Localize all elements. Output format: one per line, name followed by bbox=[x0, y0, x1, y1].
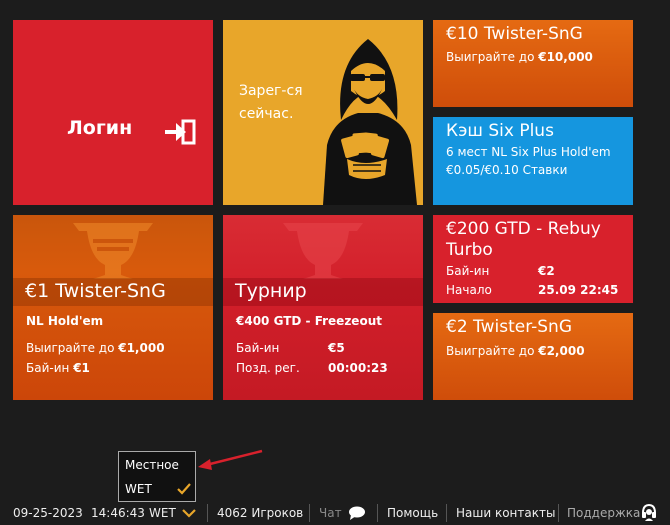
footer-divider bbox=[558, 504, 559, 522]
gtd200-start-value: 25.09 22:45 bbox=[538, 283, 619, 297]
chat-bubble-icon[interactable] bbox=[348, 506, 366, 520]
tournament-tile[interactable]: Турнир €400 GTD - Freezeout Бай-ин €5 По… bbox=[223, 215, 423, 400]
footer-date: 09-25-2023 bbox=[13, 506, 83, 520]
twister10-prize-label: Выиграйте до bbox=[446, 50, 535, 64]
twister1-buyin-value: €1 bbox=[73, 361, 90, 375]
trophy-icon bbox=[283, 223, 363, 279]
trophy-icon bbox=[73, 223, 153, 279]
gtd200-start-label: Начало bbox=[446, 283, 492, 297]
gtd200-buyin-value: €2 bbox=[538, 264, 555, 278]
gtd200-title: €200 GTD - Rebuy Turbo bbox=[446, 219, 601, 260]
gtd200-buyin-label: Бай-ин bbox=[446, 264, 490, 278]
twister1-prize-value: €1,000 bbox=[118, 341, 165, 355]
twister2-title: €2 Twister-SnG bbox=[446, 317, 572, 337]
tournament-title: Турнир bbox=[235, 280, 307, 302]
cash-line2: €0.05/€0.10 Ставки bbox=[446, 163, 568, 177]
timezone-popup: Местное WET bbox=[118, 451, 196, 502]
login-tile[interactable]: Логин bbox=[13, 20, 213, 205]
twister10-tile[interactable]: €10 Twister-SnG Выиграйте до €10,000 bbox=[433, 20, 633, 107]
footer-players: 4062 Игроков bbox=[217, 506, 304, 520]
footer-chat[interactable]: Чат bbox=[319, 506, 342, 520]
tournament-subtitle: €400 GTD - Freezeout bbox=[236, 314, 382, 328]
tournament-buyin-label: Бай-ин bbox=[236, 341, 280, 355]
cash-title: Кэш Six Plus bbox=[446, 121, 554, 141]
twister1-buyin: Бай-ин €1 bbox=[26, 361, 90, 375]
register-tile[interactable]: Зарег-ся сейчас. bbox=[223, 20, 423, 205]
checkmark-icon bbox=[177, 483, 191, 495]
twister1-buyin-label: Бай-ин bbox=[26, 361, 70, 375]
twister2-prize-label: Выиграйте до bbox=[446, 344, 535, 358]
footer-time: 14:46:43 bbox=[91, 506, 145, 520]
twister2-prize: Выиграйте до €2,000 bbox=[446, 344, 585, 358]
footer-bar: 09-25-2023 14:46:43 WET 4062 Игроков Чат… bbox=[0, 500, 670, 525]
footer-divider bbox=[377, 504, 378, 522]
headset-icon[interactable] bbox=[641, 503, 657, 522]
twister2-tile[interactable]: €2 Twister-SnG Выиграйте до €2,000 bbox=[433, 313, 633, 400]
cash-six-plus-tile[interactable]: Кэш Six Plus 6 мест NL Six Plus Hold'em … bbox=[433, 117, 633, 205]
twister1-tile[interactable]: €1 Twister-SnG NL Hold'em Выиграйте до €… bbox=[13, 215, 213, 400]
gtd200-tile[interactable]: €200 GTD - Rebuy Turbo Бай-ин €2 Начало … bbox=[433, 215, 633, 303]
tournament-buyin-value: €5 bbox=[328, 341, 345, 355]
footer-divider bbox=[207, 504, 208, 522]
twister10-prize: Выиграйте до €10,000 bbox=[446, 50, 593, 64]
footer-help[interactable]: Помощь bbox=[387, 506, 438, 520]
twister1-title: €1 Twister-SnG bbox=[25, 280, 166, 302]
footer-divider bbox=[446, 504, 447, 522]
tournament-late-value: 00:00:23 bbox=[328, 361, 388, 375]
timezone-option-wet[interactable]: WET bbox=[125, 482, 152, 496]
login-label: Логин bbox=[67, 117, 133, 139]
login-icon bbox=[165, 119, 196, 145]
footer-timezone[interactable]: WET bbox=[149, 506, 176, 520]
tournament-band: Турнир bbox=[223, 278, 423, 306]
footer-contacts[interactable]: Наши контакты bbox=[456, 506, 555, 520]
tournament-late-label: Позд. рег. bbox=[236, 361, 300, 375]
footer-support[interactable]: Поддержка bbox=[567, 506, 640, 520]
twister2-prize-value: €2,000 bbox=[538, 344, 585, 358]
player-illustration bbox=[323, 39, 417, 205]
twister1-subtitle: NL Hold'em bbox=[26, 314, 104, 328]
twister1-band: €1 Twister-SnG bbox=[13, 278, 213, 306]
timezone-option-local[interactable]: Местное bbox=[125, 458, 179, 472]
chevron-down-icon[interactable] bbox=[182, 508, 196, 518]
twister1-prize: Выиграйте до €1,000 bbox=[26, 341, 165, 355]
twister10-prize-value: €10,000 bbox=[538, 50, 593, 64]
twister10-title: €10 Twister-SnG bbox=[446, 24, 583, 44]
twister1-prize-label: Выиграйте до bbox=[26, 341, 115, 355]
footer-divider bbox=[309, 504, 310, 522]
cash-line1: 6 мест NL Six Plus Hold'em bbox=[446, 145, 611, 159]
